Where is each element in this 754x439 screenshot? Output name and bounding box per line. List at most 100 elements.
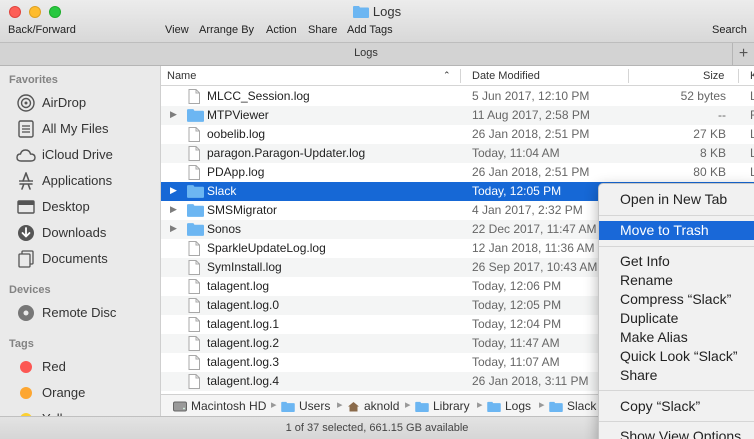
path-segment[interactable]: Users [281,399,330,413]
hard-drive-icon [173,401,187,411]
document-icon [187,89,201,107]
file-name: SymInstall.log [207,260,282,274]
menu-separator [599,421,754,422]
file-date: Today, 12:04 PM [472,317,562,331]
file-kind: F [750,108,754,122]
column-header-date[interactable]: Date Modified [472,70,540,82]
action-button[interactable]: Action [266,24,297,36]
sidebar-favorites-header: Favorites [9,74,58,86]
sidebar-item-airdrop[interactable]: AirDrop [16,92,160,114]
column-header-kind[interactable]: K [750,70,754,82]
window-title-text: Logs [372,4,402,19]
sidebar-item-icloud-drive[interactable]: iCloud Drive [16,144,160,166]
file-date: 26 Jan 2018, 2:51 PM [472,127,590,141]
menu-item-open-in-new-tab[interactable]: Open in New Tab [599,190,754,209]
arrange-by-button[interactable]: Arrange By [199,24,254,36]
folder-icon [187,108,204,125]
window-title: Logs [0,4,754,19]
tag-dot-icon [16,383,36,403]
table-row[interactable]: paragon.Paragon-Updater.log Today, 11:04 … [161,144,754,163]
menu-item-share[interactable]: Share [599,366,754,385]
sidebar-tag-orange[interactable]: Orange [16,382,160,404]
column-divider[interactable] [460,69,461,83]
sidebar-item-downloads[interactable]: Downloads [16,222,160,244]
path-segment[interactable]: Logs [487,399,531,413]
menu-separator [599,215,754,216]
file-kind: L [750,146,754,160]
menu-item-get-info[interactable]: Get Info [599,252,754,271]
column-divider[interactable] [628,69,629,83]
menu-item-copy[interactable]: Copy “Slack” [599,397,754,416]
sidebar-item-remote-disc[interactable]: Remote Disc [16,302,160,324]
sidebar-item-label: Desktop [42,199,90,214]
tab-logs[interactable]: Logs [0,47,732,59]
sidebar-item-label: Applications [42,173,113,188]
column-header-name[interactable]: Name [167,70,196,82]
file-date: 22 Dec 2017, 11:47 AM [472,222,597,236]
folder-icon [187,203,204,220]
file-size: 80 KB [693,165,726,179]
share-button[interactable]: Share [308,24,337,36]
path-separator-icon: ▸ [539,399,545,411]
file-name: talagent.log.2 [207,336,280,350]
menu-item-move-to-trash[interactable]: Move to Trash [599,221,754,240]
sidebar-item-label: Orange [42,385,86,400]
disc-icon [16,303,36,323]
downloads-icon [16,223,36,243]
new-tab-button[interactable]: + [732,43,754,65]
menu-item-make-alias[interactable]: Make Alias [599,328,754,347]
path-segment[interactable]: aknold [347,399,399,413]
file-size: -- [718,108,726,122]
menu-item-compress[interactable]: Compress “Slack” [599,290,754,309]
home-icon [348,401,359,411]
file-name: SMSMigrator [207,203,278,217]
disclosure-triangle-icon[interactable]: ▶ [170,109,177,120]
disclosure-triangle-icon[interactable]: ▶ [170,223,177,234]
path-segment[interactable]: Macintosh HD [173,399,266,413]
applications-icon [16,171,36,191]
table-row[interactable]: ▶ MTPViewer 11 Aug 2017, 2:58 PM -- F [161,106,754,125]
column-header-row: Name ⌃ Date Modified Size K [161,66,754,86]
file-kind: L [750,89,754,103]
tab-bar: Logs + [0,42,754,66]
sidebar-item-desktop[interactable]: Desktop [16,196,160,218]
menu-item-duplicate[interactable]: Duplicate [599,309,754,328]
column-divider[interactable] [738,69,739,83]
file-date: Today, 12:05 PM [472,298,562,312]
table-row[interactable]: PDApp.log 26 Jan 2018, 2:51 PM 80 KB L [161,163,754,182]
context-menu: Open in New Tab Move to Trash Get Info R… [598,183,754,439]
disclosure-triangle-icon[interactable]: ▶ [170,204,177,215]
file-date: 5 Jun 2017, 12:10 PM [472,89,590,103]
document-icon [187,298,201,316]
sidebar-devices-header: Devices [9,284,51,296]
file-name: Sonos [207,222,242,236]
add-tags-button[interactable]: Add Tags [347,24,393,36]
path-segment-label: Slack [567,399,597,413]
file-date: 4 Jan 2017, 2:32 PM [472,203,583,217]
path-segment-label: Library [433,399,470,413]
sidebar-item-applications[interactable]: Applications [16,170,160,192]
tag-dot-icon [16,357,36,377]
sidebar-item-documents[interactable]: Documents [16,248,160,270]
search-button[interactable]: Search [712,24,747,36]
path-segment[interactable]: Slack [549,399,596,413]
sidebar-tag-red[interactable]: Red [16,356,160,378]
back-forward-button[interactable]: Back/Forward [8,24,76,36]
table-row[interactable]: MLCC_Session.log 5 Jun 2017, 12:10 PM 52 b… [161,87,754,106]
file-name: SparkleUpdateLog.log [207,241,326,255]
path-segment-label: Logs [505,399,532,413]
path-segment[interactable]: Library [415,399,470,413]
sidebar-item-label: Downloads [42,225,107,240]
disclosure-triangle-icon[interactable]: ▶ [170,185,177,196]
view-button[interactable]: View [165,24,189,36]
table-row[interactable]: oobelib.log 26 Jan 2018, 2:51 PM 27 KB L [161,125,754,144]
file-name: talagent.log [207,279,270,293]
column-header-size[interactable]: Size [703,70,724,82]
menu-item-rename[interactable]: Rename [599,271,754,290]
menu-item-show-view-options[interactable]: Show View Options [599,427,754,439]
file-kind: L [750,127,754,141]
document-icon [187,355,201,373]
menu-item-quick-look[interactable]: Quick Look “Slack” [599,347,754,366]
sidebar-item-all-my-files[interactable]: All My Files [16,118,160,140]
path-separator-icon: ▸ [271,399,277,411]
